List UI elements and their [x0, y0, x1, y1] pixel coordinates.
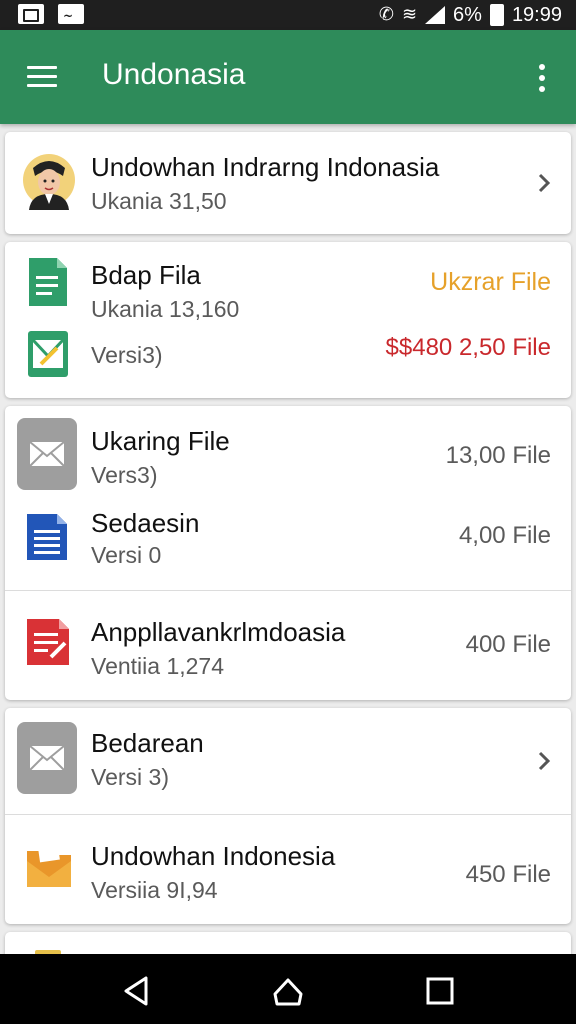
list-item[interactable]: Bedarean Versi 3) [5, 708, 571, 814]
item-subtitle: Ventiia 1,274 [91, 653, 225, 679]
signal-icon [425, 6, 446, 24]
status-bar: ~ ✆ ≋ 6% 19:99 [0, 0, 576, 30]
folder-mail-icon [27, 845, 71, 887]
app-title: Undonasia [102, 58, 246, 91]
mail-icon [17, 418, 77, 490]
list-item[interactable]: Sedaesin Versi 0 4,00 File [5, 502, 571, 590]
more-options-icon[interactable] [530, 62, 554, 96]
item-subtitle: Versi 0 [91, 542, 162, 568]
item-price: $$480 2,50 File [385, 334, 551, 361]
list-item[interactable]: Ukaring File Vers3) 13,00 File [5, 406, 571, 502]
item-title: Bedarean [91, 728, 204, 758]
list-card: Bedarean Versi 3) Undowhan Indonesia Ver… [5, 708, 571, 924]
battery-icon [489, 4, 504, 26]
pdf-file-icon [27, 619, 69, 665]
recents-icon[interactable] [423, 974, 457, 1008]
chevron-right-icon[interactable] [537, 750, 551, 772]
screenshot-icon [18, 4, 44, 24]
item-title: Ukaring File [91, 426, 230, 456]
battery-text: 6% [453, 3, 482, 26]
item-size: 13,00 File [445, 442, 551, 469]
item-status: Ukzrar File [430, 268, 551, 296]
item-title: Sedaesin [91, 508, 200, 538]
home-icon[interactable] [271, 974, 305, 1008]
list-card: Undowhan Indrarng Indonasia Ukania 31,50 [5, 132, 571, 234]
app-bar: Undonasia [0, 30, 576, 124]
clock: 19:99 [511, 3, 562, 26]
document-file-icon [29, 258, 67, 306]
list-item[interactable]: Anppllavankrlmdoasia Ventiia 1,274 400 F… [5, 591, 571, 700]
item-title: Bdap Fila [91, 260, 201, 290]
chevron-right-icon[interactable] [537, 172, 551, 194]
list-item[interactable]: Bdap Fila Ukania 13,160 Ukzrar File [5, 242, 571, 322]
item-size: 4,00 File [458, 522, 551, 549]
item-subtitle: Versi3) [91, 342, 163, 368]
vibrate-icon: ✆ [378, 4, 394, 25]
item-subtitle: Versi 3) [91, 764, 169, 790]
item-title: Anppllavankrlmdoasia [91, 617, 346, 647]
list-item[interactable]: Undowhan Indrarng Indonasia Ukania 31,50 [5, 132, 571, 234]
list-item[interactable]: Undowhan Indonesia Versiia 9I,94 450 Fil… [5, 815, 571, 924]
item-title: Undowhan Indrarng Indonasia [91, 152, 440, 182]
item-title: Undowhan Indonesia [91, 841, 336, 871]
list-card: Ukaring File Vers3) 13,00 File Sedaesin … [5, 406, 571, 700]
wifi-icon: ≋ [401, 4, 418, 25]
back-icon[interactable] [120, 974, 154, 1008]
item-subtitle: Ukania 31,50 [91, 188, 227, 214]
item-size: 450 File [465, 861, 551, 888]
item-size: 400 File [465, 631, 551, 658]
item-subtitle: Versiia 9I,94 [91, 877, 218, 903]
document-blue-icon [27, 514, 67, 560]
item-subtitle: Vers3) [91, 462, 158, 488]
list-card: Bdap Fila Ukania 13,160 Ukzrar File Vers… [5, 242, 571, 398]
menu-icon[interactable] [24, 64, 60, 90]
list-item[interactable]: Versi3) $$480 2,50 File [5, 320, 571, 398]
mail-icon [17, 722, 77, 794]
navigation-bar [0, 954, 576, 1024]
item-subtitle: Ukania 13,160 [91, 296, 240, 322]
notification-icon: ~ [58, 4, 84, 24]
person-avatar-icon [23, 154, 75, 210]
spreadsheet-file-icon [28, 331, 68, 377]
